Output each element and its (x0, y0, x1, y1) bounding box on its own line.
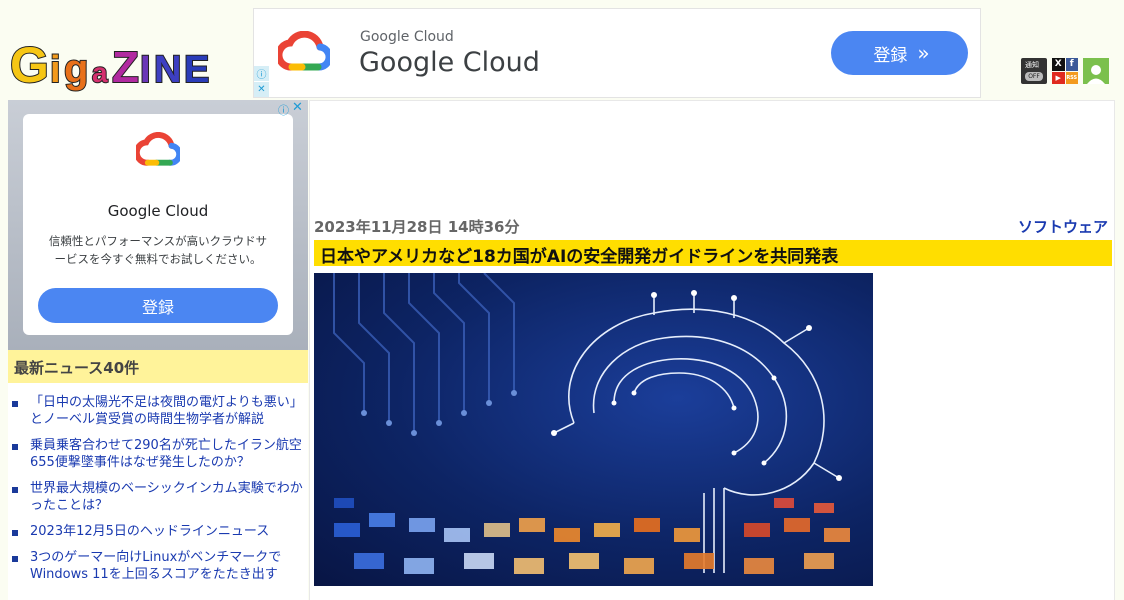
ad-brand-small: Google Cloud (360, 29, 454, 45)
sidebar-ad-card[interactable]: Google Cloud 信頼性とパフォーマンスが高いクラウドサービスを今すぐ無… (23, 114, 293, 335)
sidebar-ad-register-button[interactable]: 登録 (38, 288, 278, 323)
top-banner-ad[interactable]: Google Cloud Google Cloud 登録 » (253, 8, 981, 98)
google-cloud-logo-icon (133, 131, 183, 172)
news-link[interactable]: 世界最大規模のベーシックインカム実験でわかったことは？ (30, 481, 303, 513)
article-title[interactable]: 日本やアメリカなど18カ国がAIの安全開発ガイドラインを共同発表 (314, 240, 1112, 267)
ad-register-button[interactable]: 登録 » (831, 31, 968, 75)
sidebar-ad-description: 信頼性とパフォーマンスが高いクラウドサービスを今すぐ無料でお試しください。 (48, 234, 268, 266)
sidebar-ad[interactable]: Google Cloud 信頼性とパフォーマンスが高いクラウドサービスを今すぐ無… (8, 100, 308, 350)
sidebar-ad-title: Google Cloud (107, 202, 209, 220)
news-link[interactable]: 2023年12月5日のヘッドラインニュース (30, 524, 269, 539)
svg-text:Z: Z (112, 43, 139, 92)
news-link[interactable]: 「日中の太陽光不足は夜間の電灯よりも悪い」とノーベル賞受賞の時間生物学者が解説 (30, 395, 303, 427)
notify-state: OFF (1025, 72, 1043, 81)
ad-brand-name: Google Cloud (359, 47, 540, 78)
latest-news-list: 「日中の太陽光不足は夜間の電灯よりも悪い」とノーベル賞受賞の時間生物学者が解説 … (8, 394, 308, 592)
svg-text:g: g (64, 47, 88, 91)
double-chevron-icon: » (917, 41, 929, 65)
google-cloud-logo-icon (275, 30, 333, 77)
left-sidebar: Google Cloud 信頼性とパフォーマンスが高いクラウドサービスを今すぐ無… (8, 100, 308, 600)
adchoices-info-icon[interactable]: ⓘ (278, 102, 289, 118)
adchoices-info-icon[interactable]: ⓘ (254, 66, 269, 81)
user-account-icon[interactable] (1083, 58, 1109, 84)
facebook-icon[interactable]: f (1065, 58, 1078, 71)
article-hero-image[interactable] (314, 273, 873, 586)
list-item: 世界最大規模のベーシックインカム実験でわかったことは？ (8, 480, 308, 514)
news-link[interactable]: 乗員乗客合わせて290名が死亡したイラン航空655便撃墜事件はなぜ発生したのか？ (30, 438, 302, 470)
youtube-icon[interactable]: ▶ (1052, 71, 1065, 84)
site-logo[interactable]: G i g a Z I N E (8, 28, 220, 98)
list-item: 3つのゲーマー向けLinuxがベンチマークでWindows 11を上回るスコアを… (8, 549, 308, 583)
svg-text:G: G (10, 37, 49, 93)
svg-text:a: a (92, 57, 108, 88)
svg-text:N: N (154, 49, 181, 91)
list-item: 乗員乗客合わせて290名が死亡したイラン航空655便撃墜事件はなぜ発生したのか？ (8, 437, 308, 471)
list-item: 2023年12月5日のヘッドラインニュース (8, 523, 308, 540)
article-date: 2023年11月28日 14時36分 (314, 218, 520, 236)
rss-icon[interactable]: RSS (1065, 71, 1078, 84)
notification-toggle-icon[interactable]: 通知 OFF (1021, 58, 1047, 84)
main-content: 2023年11月28日 14時36分 ソフトウェア 日本やアメリカなど18カ国が… (309, 100, 1115, 600)
ad-register-label: 登録 (873, 45, 908, 66)
article-category-link[interactable]: ソフトウェア (1018, 216, 1108, 237)
ad-close-icon[interactable]: ✕ (292, 100, 303, 115)
svg-text:i: i (50, 49, 61, 91)
notify-label: 通知 (1025, 61, 1039, 69)
svg-text:E: E (184, 49, 209, 91)
ad-close-icon[interactable]: ✕ (254, 82, 269, 97)
latest-news-heading: 最新ニュース40件 (8, 350, 308, 383)
header-icon-bar: 通知 OFF X f ▶ RSS (1021, 58, 1109, 84)
x-icon[interactable]: X (1052, 58, 1065, 71)
news-link[interactable]: 3つのゲーマー向けLinuxがベンチマークでWindows 11を上回るスコアを… (30, 550, 281, 582)
list-item: 「日中の太陽光不足は夜間の電灯よりも悪い」とノーベル賞受賞の時間生物学者が解説 (8, 394, 308, 428)
social-links: X f ▶ RSS (1052, 58, 1078, 84)
svg-text:I: I (140, 49, 151, 91)
